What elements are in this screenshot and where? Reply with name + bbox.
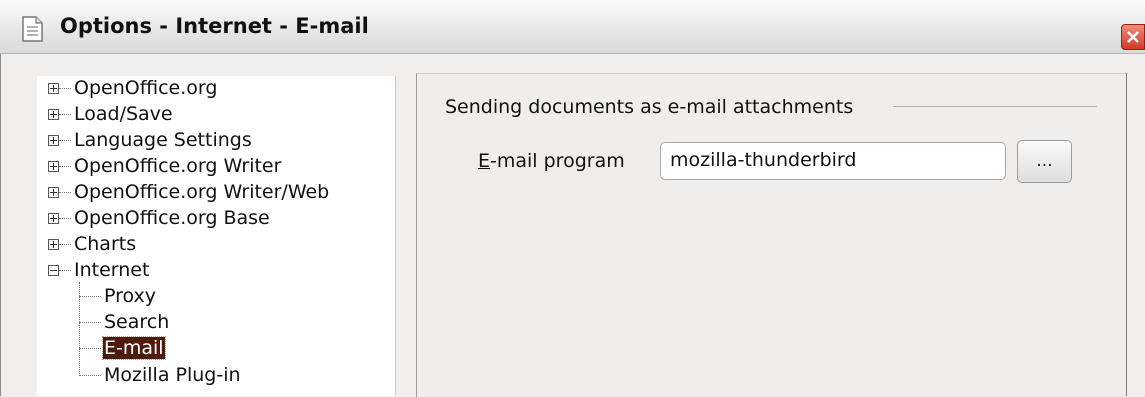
- tree-item-charts[interactable]: Charts: [74, 233, 136, 255]
- collapse-icon[interactable]: [48, 265, 59, 276]
- tree-item-proxy[interactable]: Proxy: [104, 285, 156, 307]
- tree-item-writer-web[interactable]: OpenOffice.org Writer/Web: [74, 181, 329, 203]
- close-icon: [1127, 31, 1139, 43]
- document-icon: [18, 15, 46, 43]
- tree-item-load-save[interactable]: Load/Save: [74, 103, 173, 125]
- expand-icon[interactable]: [48, 109, 59, 120]
- title-bar: Options - Internet - E-mail: [0, 0, 1145, 54]
- tree-item-search[interactable]: Search: [104, 311, 169, 333]
- tree-item-language-settings[interactable]: Language Settings: [74, 129, 252, 151]
- expand-icon[interactable]: [48, 161, 59, 172]
- expand-icon[interactable]: [48, 135, 59, 146]
- browse-button[interactable]: ...: [1017, 140, 1072, 183]
- tree-item-writer[interactable]: OpenOffice.org Writer: [74, 155, 281, 177]
- tree-item-mozilla-plugin[interactable]: Mozilla Plug-in: [104, 364, 241, 386]
- section-divider: [893, 106, 1097, 107]
- expand-icon[interactable]: [48, 187, 59, 198]
- tree-item-email[interactable]: E-mail: [102, 336, 166, 360]
- close-button[interactable]: [1121, 24, 1145, 50]
- email-program-label: E-mail program: [478, 150, 625, 172]
- expand-icon[interactable]: [48, 213, 59, 224]
- expand-icon[interactable]: [48, 239, 59, 250]
- window-title: Options - Internet - E-mail: [60, 14, 369, 38]
- tree-item-internet[interactable]: Internet: [74, 259, 149, 281]
- expand-icon[interactable]: [48, 83, 59, 94]
- options-tree: OpenOffice.org Load/Save Language Settin…: [37, 76, 396, 396]
- email-program-input[interactable]: mozilla-thunderbird: [660, 142, 1006, 180]
- tree-item-base[interactable]: OpenOffice.org Base: [74, 207, 270, 229]
- section-title: Sending documents as e-mail attachments: [445, 96, 854, 118]
- email-options-panel: [416, 73, 1127, 397]
- tree-item-openoffice[interactable]: OpenOffice.org: [74, 77, 217, 99]
